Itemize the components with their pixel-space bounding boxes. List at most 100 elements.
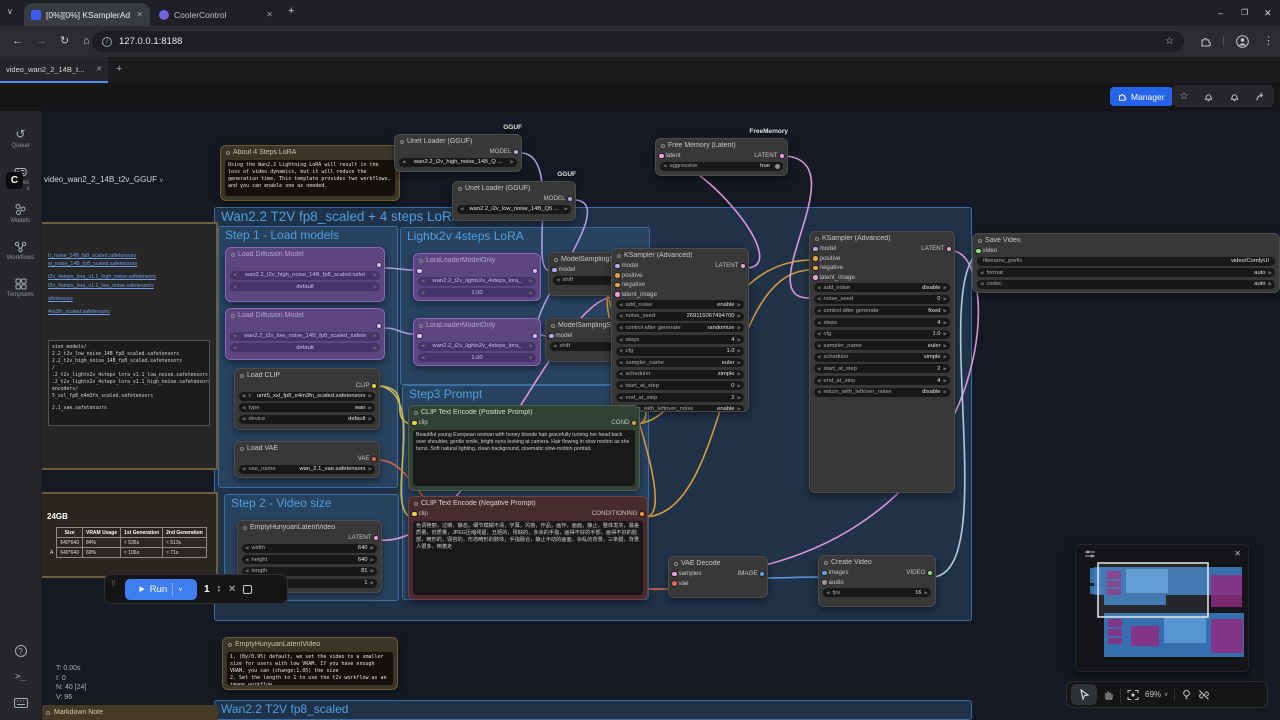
widget-value[interactable]: randomize (707, 325, 734, 331)
widget-type[interactable]: ◀typewan▶ (239, 403, 375, 412)
widget-value[interactable]: ◀1.00▶ (418, 288, 536, 297)
widget-value[interactable]: ◀wan2.2_t2v_lightx2v_4steps_lora_▶ (418, 342, 536, 351)
widget-width[interactable]: ◀width640▶ (242, 544, 377, 553)
widget-return_with_leftover_noise[interactable]: ◀return_with_leftover_noisedisable▶ (814, 388, 950, 397)
widget-right-arrow-icon[interactable]: ▶ (374, 284, 377, 290)
output-slot-out[interactable] (377, 324, 382, 329)
markdown-note-header[interactable]: Markdown Note (40, 705, 218, 720)
widget-left-arrow-icon[interactable]: ◀ (460, 206, 463, 212)
node-lora-loader-high[interactable]: LoraLoaderModelOnly◀wan2.2_t2v_lightx2v_… (413, 253, 541, 301)
group-bottom[interactable]: Wan2.2 T2V fp8_scaled (214, 700, 972, 720)
workflow-tab[interactable]: video_wan2_2_14B_t... ✕ (0, 57, 108, 83)
node-free-memory-latent[interactable]: Free Memory (Latent)latentLATENT◀aggress… (655, 138, 788, 176)
input-slot-positive[interactable] (615, 273, 620, 278)
vram-usage-note[interactable]: 24GB SizeVRAM Usage1st Generation2nd Gen… (42, 492, 218, 578)
widget-left-arrow-icon[interactable]: ◀ (817, 378, 820, 384)
widget-right-arrow-icon[interactable]: ▶ (944, 285, 947, 291)
widget-value[interactable]: 640 (358, 545, 368, 551)
widget-value[interactable]: default (348, 416, 365, 422)
node-text[interactable]: Using the Wan2.2 Lightning LoRA will res… (225, 160, 395, 196)
widget-left-arrow-icon[interactable]: ◀ (233, 272, 236, 278)
widget-value[interactable]: ◀default▶ (230, 282, 380, 291)
minimap-panel[interactable]: ✕ (1075, 544, 1249, 672)
output-slot-LATENT[interactable] (741, 264, 746, 269)
url-text[interactable]: 127.0.0.1:8188 (119, 36, 182, 47)
node-load-diffusion-high[interactable]: Load Diffusion Model◀wan2.2_t2v_high_noi… (225, 247, 385, 302)
widget-right-arrow-icon[interactable]: ▶ (738, 313, 741, 319)
widget-left-arrow-icon[interactable]: ◀ (826, 590, 829, 596)
widget-value[interactable]: auto (1254, 281, 1265, 287)
output-slot-VAE[interactable] (372, 457, 377, 462)
markdown-readme-note[interactable]: h_noise_14B_fp8_scaled.safetensorsw_nois… (42, 222, 218, 470)
output-slot-IMAGE[interactable] (760, 572, 765, 577)
collapse-dot-icon[interactable] (815, 237, 819, 241)
input-slot-audio[interactable] (822, 580, 827, 585)
widget-right-arrow-icon[interactable]: ▶ (738, 360, 741, 366)
output-slot-VIDEO[interactable] (928, 571, 933, 576)
node-clip-text-encode-positive[interactable]: CLIP Text Encode (Positive Prompt)clipCO… (408, 405, 640, 491)
widget-right-arrow-icon[interactable]: ▶ (369, 466, 372, 472)
widget-value[interactable]: 1.00 (427, 355, 526, 361)
widget-control after generate[interactable]: ◀control after generaterandomize▶ (616, 323, 744, 332)
collapse-dot-icon[interactable] (414, 411, 418, 415)
widget-left-arrow-icon[interactable]: ◀ (242, 405, 245, 411)
widget-value[interactable]: wan2.2_t2v_low_noise_14B_fp8_scaled_safe… (239, 333, 370, 339)
input-slot-latent_image[interactable] (813, 275, 818, 280)
model-download-link[interactable]: afetensors (48, 295, 212, 303)
widget-left-arrow-icon[interactable]: ◀ (817, 354, 820, 360)
widget-value[interactable]: 1 (364, 580, 367, 586)
input-slot-model[interactable] (813, 247, 818, 252)
widget-cfg[interactable]: ◀cfg1.0▶ (814, 330, 950, 339)
output-slot-LATENT[interactable] (374, 536, 379, 541)
widget-right-arrow-icon[interactable]: ▶ (369, 405, 372, 411)
minimap-view[interactable] (1076, 545, 1250, 673)
widget-left-arrow-icon[interactable]: ◀ (980, 270, 983, 276)
collapse-dot-icon[interactable] (243, 526, 247, 530)
widget-value[interactable]: 16 (915, 590, 921, 596)
node-ksampler-advanced-2[interactable]: KSampler (Advanced)modelLATENTpositivene… (809, 231, 955, 493)
widget-left-arrow-icon[interactable]: ◀ (817, 389, 820, 395)
widget-steps[interactable]: ◀steps4▶ (814, 318, 950, 327)
widget-left-arrow-icon[interactable]: ◀ (817, 296, 820, 302)
input-slot-negative[interactable] (813, 266, 818, 271)
widget-scheduler[interactable]: ◀schedulersimple▶ (616, 370, 744, 379)
input-slot-video[interactable] (976, 249, 981, 254)
input-slot-latent[interactable] (659, 154, 664, 159)
toggle-link-visibility-button[interactable] (1198, 689, 1210, 701)
widget-right-arrow-icon[interactable]: ▶ (738, 348, 741, 354)
minimap-settings-icon[interactable] (1085, 550, 1095, 558)
widget-left-arrow-icon[interactable]: ◀ (421, 278, 424, 284)
node-text[interactable]: Beautiful young European woman with hone… (413, 430, 635, 487)
widget-right-arrow-icon[interactable]: ▶ (530, 343, 533, 349)
widget-left-arrow-icon[interactable]: ◀ (233, 284, 236, 290)
widget-right-arrow-icon[interactable]: ▶ (944, 296, 947, 302)
widget-value[interactable]: euler (928, 343, 941, 349)
bookmark-star-icon[interactable]: ☆ (1165, 36, 1174, 47)
widget-right-arrow-icon[interactable]: ▶ (374, 272, 377, 278)
output-slot-out[interactable] (533, 334, 538, 339)
collapse-dot-icon[interactable] (674, 562, 678, 566)
widget-sampler_name[interactable]: ◀sampler_nameeuler▶ (616, 358, 744, 367)
widget-end_at_step[interactable]: ◀end_at_step2▶ (616, 393, 744, 402)
widget-right-arrow-icon[interactable]: ▶ (530, 290, 533, 296)
collapse-dot-icon[interactable] (46, 711, 50, 715)
output-slot-CLIP[interactable] (372, 384, 377, 389)
widget-left-arrow-icon[interactable]: ◀ (619, 383, 622, 389)
widget-value[interactable]: 4 (937, 320, 940, 326)
input-slot-model[interactable] (615, 264, 620, 269)
collapse-dot-icon[interactable] (554, 258, 558, 262)
widget-right-arrow-icon[interactable]: ▶ (944, 331, 947, 337)
node-vae-decode[interactable]: VAE DecodesamplesIMAGEvae (668, 556, 768, 598)
widget-left-arrow-icon[interactable]: ◀ (817, 366, 820, 372)
widget-left-arrow-icon[interactable]: ◀ (233, 345, 236, 351)
widget-value[interactable]: 4 (937, 378, 940, 384)
widget-value[interactable]: 1.00 (427, 290, 526, 296)
widget-right-arrow-icon[interactable]: ▶ (1269, 270, 1272, 276)
drag-handle-icon[interactable]: ⠿ (111, 582, 118, 596)
widget-steps[interactable]: ◀steps4▶ (616, 335, 744, 344)
widget-value[interactable]: wan2.2_t2v_lightx2v_4steps_lora_ (427, 278, 526, 284)
node-unet-loader-gguf-high[interactable]: Unet Loader (GGUF)MODEL◀wan2.2_i2v_high_… (394, 134, 522, 172)
widget-left-arrow-icon[interactable]: ◀ (817, 331, 820, 337)
widget-fps[interactable]: ◀fps16▶ (823, 588, 931, 597)
widget-noise_seed[interactable]: ◀noise_seed269116067494700▶ (616, 312, 744, 321)
